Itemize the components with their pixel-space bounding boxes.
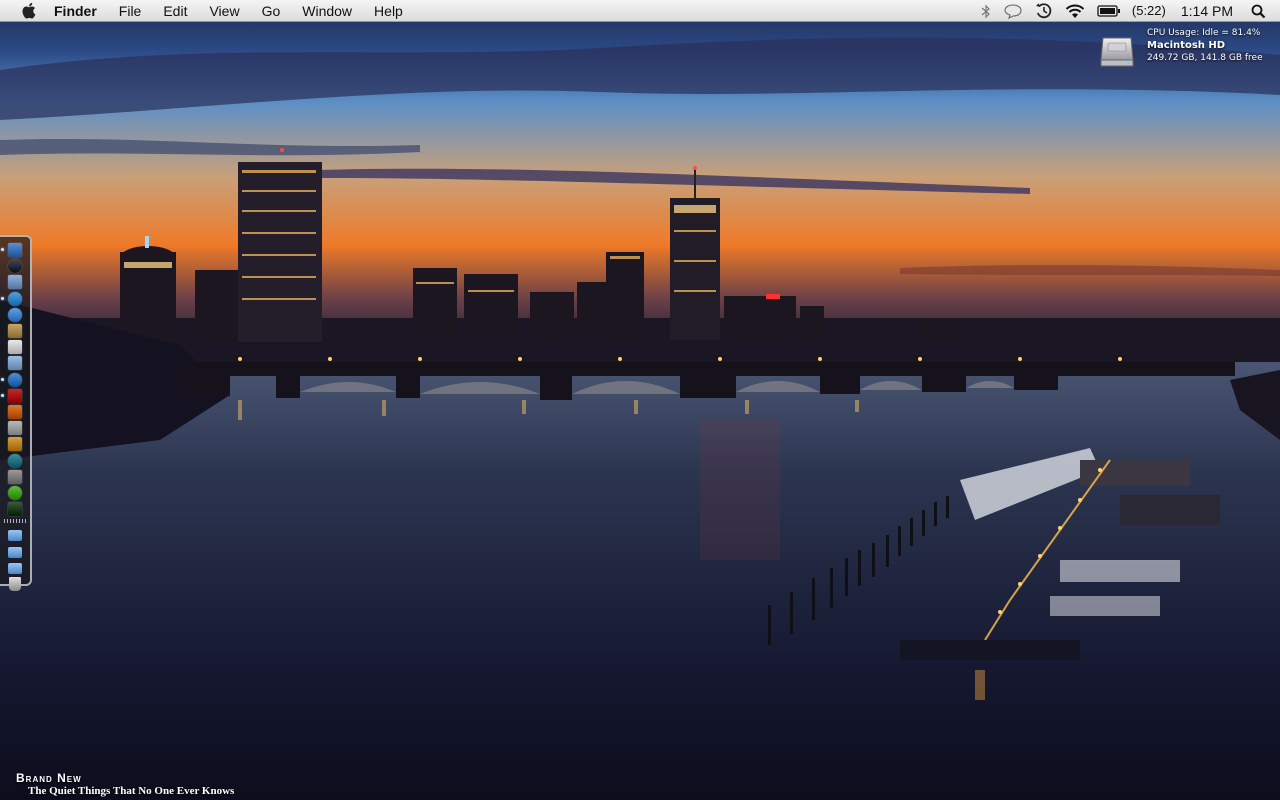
finder-icon[interactable] xyxy=(8,243,22,257)
running-indicator xyxy=(1,296,4,300)
disk-free-text: 249.72 GB, 141.8 GB free xyxy=(1147,53,1263,63)
dashboard-icon[interactable] xyxy=(8,259,22,274)
now-playing-artist: Brand New xyxy=(16,771,82,785)
menu-bar: Finder File Edit View Go Window Help (5:… xyxy=(0,0,1280,22)
cpu-usage-text: CPU Usage: Idle = 81.4% xyxy=(1147,28,1261,38)
desktop[interactable]: Finder File Edit View Go Window Help (5:… xyxy=(0,0,1280,800)
mail-icon[interactable] xyxy=(8,275,22,290)
trash-icon[interactable] xyxy=(9,577,21,591)
menu-clock[interactable]: 1:14 PM xyxy=(1171,0,1245,22)
preview-icon[interactable] xyxy=(8,356,22,371)
wifi-icon[interactable] xyxy=(1059,0,1091,22)
ichat-icon[interactable] xyxy=(8,307,22,322)
photo-booth-icon[interactable] xyxy=(8,388,22,403)
green-app-icon[interactable] xyxy=(8,486,22,500)
menu-help[interactable]: Help xyxy=(363,0,414,22)
address-book-icon[interactable] xyxy=(8,324,22,338)
battery-time-remaining[interactable]: (5:22) xyxy=(1127,0,1171,22)
menu-app-finder[interactable]: Finder xyxy=(54,0,108,22)
safari-icon[interactable] xyxy=(8,291,22,306)
menu-edit[interactable]: Edit xyxy=(152,0,198,22)
menu-go[interactable]: Go xyxy=(251,0,292,22)
system-preferences-icon[interactable] xyxy=(8,469,22,484)
documents-folder-icon[interactable] xyxy=(8,546,22,558)
menu-file[interactable]: File xyxy=(108,0,153,22)
dock xyxy=(0,235,32,591)
running-indicator xyxy=(1,393,4,397)
dock-separator xyxy=(4,519,26,524)
applications-folder-icon[interactable] xyxy=(8,530,22,542)
apple-icon[interactable] xyxy=(19,2,37,20)
desktop-stats: CPU Usage: Idle = 81.4% Macintosh HD 249… xyxy=(1147,27,1277,64)
imovie-icon[interactable] xyxy=(8,421,22,436)
ical-icon[interactable] xyxy=(8,340,22,355)
running-indicator xyxy=(1,377,4,381)
iphoto-icon[interactable] xyxy=(8,405,22,419)
speech-bubble-icon[interactable] xyxy=(997,0,1029,22)
time-machine-icon[interactable] xyxy=(1029,0,1059,22)
garageband-icon[interactable] xyxy=(8,437,22,452)
running-indicator xyxy=(1,248,4,251)
now-playing-track: The Quiet Things That No One Ever Knows xyxy=(28,785,235,797)
menu-window[interactable]: Window xyxy=(291,0,363,22)
terminal-icon[interactable] xyxy=(8,502,22,517)
spotlight-search-icon[interactable] xyxy=(1245,0,1280,22)
itunes-icon[interactable] xyxy=(8,372,22,387)
battery-icon[interactable] xyxy=(1091,0,1127,22)
hard-drive-icon[interactable] xyxy=(1099,32,1135,68)
now-playing: Brand New The Quiet Things That No One E… xyxy=(16,772,234,798)
wallpaper xyxy=(0,0,1280,800)
time-machine-icon[interactable] xyxy=(8,453,22,468)
bluetooth-icon[interactable] xyxy=(975,0,997,22)
menu-view[interactable]: View xyxy=(198,0,250,22)
disk-name-label: Macintosh HD xyxy=(1147,40,1226,51)
downloads-folder-icon[interactable] xyxy=(8,562,22,574)
